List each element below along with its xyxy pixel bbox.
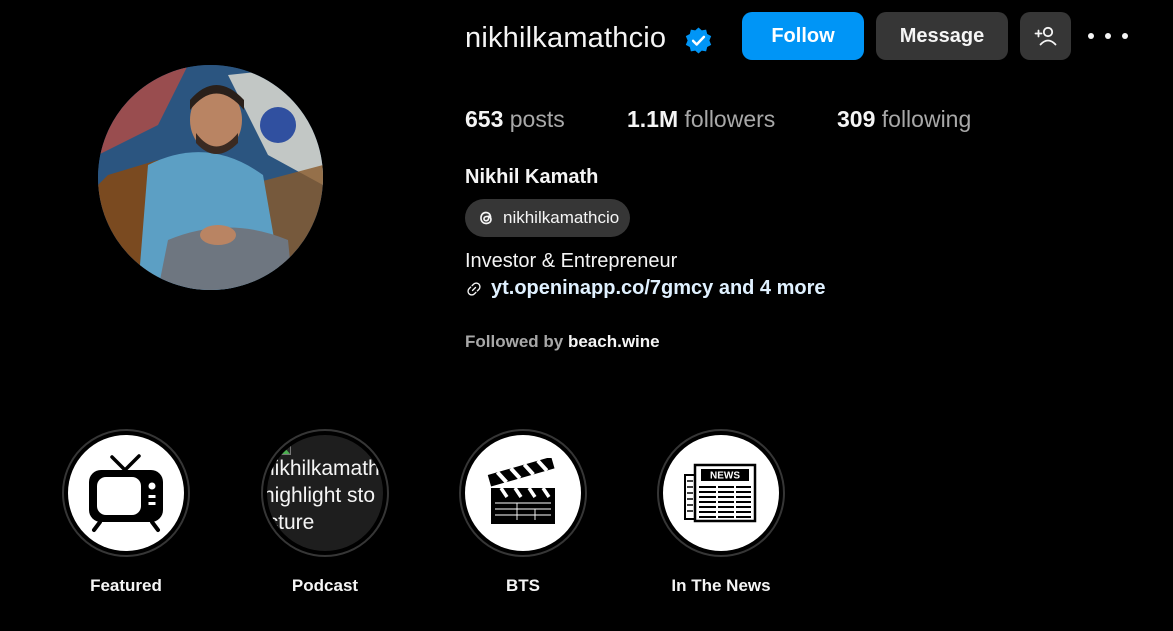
dot-icon xyxy=(1088,33,1094,39)
followers-label: followers xyxy=(684,106,776,132)
add-user-icon xyxy=(1034,26,1056,46)
highlight-cover: nikhilkamath highlight sto icture xyxy=(267,435,383,551)
highlight-ring xyxy=(459,429,587,557)
highlight-cover xyxy=(68,435,184,551)
threads-icon xyxy=(480,211,492,225)
verified-badge-icon xyxy=(685,27,712,54)
profile-link[interactable]: yt.openinapp.co/7gmcy and 4 more xyxy=(465,275,826,302)
following-count[interactable]: 309 following xyxy=(837,104,971,134)
newspaper-icon: NEWS xyxy=(684,463,757,523)
highlight-label: Featured xyxy=(90,576,162,595)
alt-text-line: icture xyxy=(267,511,315,534)
clapperboard-icon xyxy=(487,458,555,524)
highlight-alt-text: nikhilkamath highlight sto icture xyxy=(267,455,383,536)
tv-icon xyxy=(89,454,163,532)
follow-button[interactable]: Follow xyxy=(742,12,864,60)
alt-text-line: nikhilkamath xyxy=(267,457,380,480)
highlight-label: BTS xyxy=(506,576,540,595)
profile-username: nikhilkamathcio xyxy=(465,22,667,54)
posts-value: 653 xyxy=(465,106,504,132)
highlight-ring: nikhilkamath highlight sto icture xyxy=(261,429,389,557)
threads-badge[interactable]: nikhilkamathcio xyxy=(465,199,631,237)
highlight-label: Podcast xyxy=(291,576,359,595)
followers-count[interactable]: 1.1M followers xyxy=(627,104,775,134)
suggested-users-button[interactable] xyxy=(1020,12,1071,60)
followed-by-prefix: Followed by xyxy=(465,332,564,351)
message-button[interactable]: Message xyxy=(876,12,1008,60)
highlight-bts[interactable]: BTS xyxy=(459,429,587,595)
followed-by-user: beach.wine xyxy=(567,332,660,351)
highlight-cover: NEWS xyxy=(663,435,779,551)
following-label: following xyxy=(881,106,972,132)
profile-bio: Investor & Entrepreneur xyxy=(465,250,678,272)
highlight-ring: NEWS xyxy=(657,429,785,557)
threads-handle: nikhilkamathcio xyxy=(503,208,620,227)
highlight-cover xyxy=(465,435,581,551)
alt-text-line: highlight sto xyxy=(267,484,376,507)
followers-value: 1.1M xyxy=(627,106,679,132)
newspaper-masthead: NEWS xyxy=(710,471,740,482)
followed-by[interactable]: Followed by beach.wine xyxy=(465,330,660,354)
posts-count: 653 posts xyxy=(465,104,565,134)
more-options-button[interactable] xyxy=(1088,24,1128,48)
broken-image-icon xyxy=(279,443,291,455)
highlight-podcast[interactable]: nikhilkamath highlight sto icture Podcas… xyxy=(261,429,389,595)
profile-avatar[interactable] xyxy=(98,65,323,290)
posts-label: posts xyxy=(509,106,565,132)
avatar-photo xyxy=(98,65,323,290)
following-value: 309 xyxy=(837,106,876,132)
profile-link-text: yt.openinapp.co/7gmcy and 4 more xyxy=(491,277,826,299)
link-icon xyxy=(467,281,481,296)
dot-icon xyxy=(1105,33,1111,39)
highlight-in-the-news[interactable]: NEWS In The News xyxy=(657,429,785,595)
dot-icon xyxy=(1122,33,1128,39)
highlight-ring xyxy=(62,429,190,557)
profile-full-name: Nikhil Kamath xyxy=(465,166,599,188)
highlight-label: In The News xyxy=(671,576,771,595)
highlight-featured[interactable]: Featured xyxy=(62,429,190,595)
